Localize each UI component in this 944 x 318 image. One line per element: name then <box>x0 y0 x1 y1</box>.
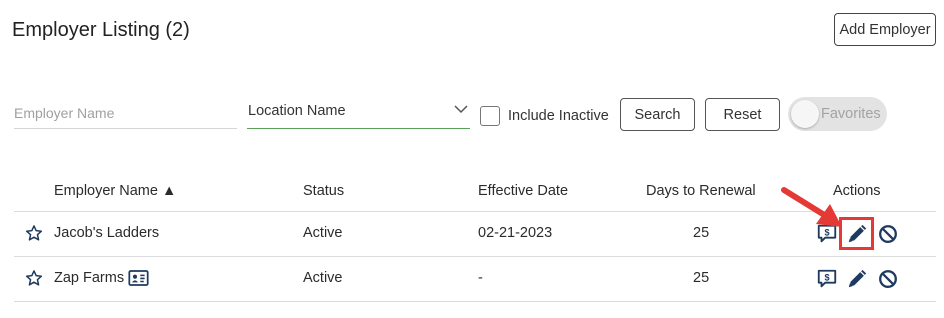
status-cell: Active <box>303 225 343 241</box>
column-header-status[interactable]: Status <box>303 183 344 199</box>
include-inactive-label: Include Inactive <box>508 108 609 124</box>
billing-icon[interactable]: $ <box>816 268 838 290</box>
row-divider <box>14 256 936 257</box>
column-header-days-to-renewal[interactable]: Days to Renewal <box>646 183 756 199</box>
toggle-knob[interactable] <box>791 100 819 128</box>
days-to-renewal-cell: 25 <box>693 270 710 286</box>
include-inactive-checkbox[interactable]: Include Inactive <box>480 106 609 126</box>
effective-date-cell: 02-21-2023 <box>478 225 553 241</box>
days-to-renewal-cell: 25 <box>693 225 710 241</box>
search-button[interactable]: Search <box>620 98 695 131</box>
favorites-label: Favorites <box>821 106 881 122</box>
column-header-effective-date[interactable]: Effective Date <box>478 183 568 199</box>
location-select-value: Location Name <box>248 102 346 119</box>
employer-name-cell[interactable]: Jacob's Ladders <box>54 225 159 241</box>
star-icon[interactable] <box>25 224 43 242</box>
ban-icon[interactable] <box>877 268 899 290</box>
star-icon[interactable] <box>25 269 43 287</box>
contact-card-icon[interactable] <box>128 269 149 287</box>
chevron-down-icon <box>454 105 468 114</box>
reset-button[interactable]: Reset <box>705 98 780 131</box>
checkbox-box[interactable] <box>480 106 500 126</box>
row-divider <box>14 301 936 302</box>
effective-date-cell: - <box>478 270 483 286</box>
column-header-employer-name[interactable]: Employer Name ▲ <box>54 183 176 199</box>
page-title: Employer Listing (2) <box>12 19 190 41</box>
edit-pencil-icon[interactable] <box>846 268 868 290</box>
svg-text:$: $ <box>824 272 829 282</box>
favorites-toggle[interactable]: Favorites <box>788 97 887 131</box>
pointer-arrow-annotation <box>781 187 842 227</box>
location-select[interactable]: Location Name <box>247 97 470 129</box>
ban-icon[interactable] <box>877 223 899 245</box>
employer-name-input[interactable] <box>14 97 237 129</box>
employer-name-cell[interactable]: Zap Farms <box>54 270 124 286</box>
add-employer-button[interactable]: Add Employer <box>834 13 936 46</box>
status-cell: Active <box>303 270 343 286</box>
